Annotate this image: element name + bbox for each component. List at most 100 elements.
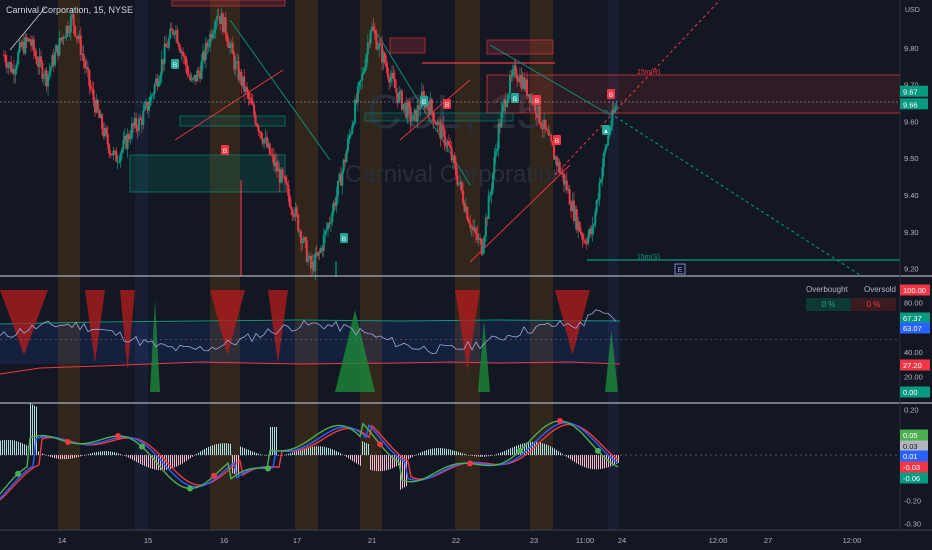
macd-histogram-bar bbox=[240, 446, 241, 456]
macd-histogram-bar bbox=[24, 444, 25, 456]
candle-body bbox=[491, 173, 494, 190]
candle-body bbox=[183, 55, 186, 57]
macd-histogram-bar bbox=[266, 455, 267, 456]
time-tick: 27 bbox=[764, 536, 772, 545]
rsi-tag-text: 67.37 bbox=[903, 314, 922, 323]
price-tag-text: 9.67 bbox=[903, 88, 918, 97]
macd-tag-text: 0.01 bbox=[903, 452, 918, 461]
macd-histogram-bar bbox=[576, 455, 577, 464]
resistance-zone bbox=[486, 74, 901, 114]
time-tick: 15 bbox=[144, 536, 152, 545]
candle-body bbox=[68, 32, 71, 34]
candle-body bbox=[595, 200, 598, 213]
macd-histogram-bar bbox=[8, 439, 9, 456]
candle-body bbox=[179, 47, 182, 53]
candle-body bbox=[82, 53, 85, 61]
candle-body bbox=[108, 144, 111, 154]
macd-histogram-bar bbox=[242, 447, 243, 456]
candle-body bbox=[602, 153, 605, 168]
candle-body bbox=[547, 130, 550, 135]
macd-tag-text: 0.05 bbox=[903, 431, 918, 440]
macd-cross-dot bbox=[15, 470, 21, 477]
candle-body bbox=[300, 231, 303, 244]
macd-histogram-bar bbox=[82, 455, 83, 456]
candle-body bbox=[254, 114, 257, 125]
candle-body bbox=[432, 111, 435, 122]
macd-histogram-bar bbox=[228, 443, 229, 456]
macd-histogram-bar bbox=[192, 455, 193, 457]
macd-histogram-bar bbox=[472, 455, 473, 456]
macd-histogram-bar bbox=[90, 453, 91, 456]
macd-histogram-bar bbox=[546, 444, 547, 456]
candle-body bbox=[437, 121, 440, 124]
candle-body bbox=[540, 123, 543, 128]
macd-histogram-bar bbox=[338, 452, 339, 456]
session-band-4 bbox=[360, 0, 382, 530]
candle-body bbox=[7, 64, 10, 68]
macd-tag-text: -0.03 bbox=[903, 463, 920, 472]
candle-body bbox=[177, 43, 180, 48]
candle-body bbox=[500, 111, 503, 128]
macd-histogram-bar bbox=[390, 455, 391, 470]
candle-body bbox=[122, 140, 125, 150]
overbought-value: 0 % bbox=[806, 298, 851, 311]
candle-body bbox=[14, 69, 17, 75]
macd-histogram-bar bbox=[530, 441, 531, 456]
macd-histogram-bar bbox=[174, 455, 175, 468]
macd-histogram-bar bbox=[96, 452, 97, 456]
candle-body bbox=[64, 37, 67, 39]
macd-histogram-bar bbox=[200, 451, 201, 456]
macd-histogram-bar bbox=[356, 455, 357, 464]
macd-histogram-bar bbox=[88, 454, 89, 456]
candle-body bbox=[607, 135, 610, 146]
candle-body bbox=[297, 214, 300, 232]
candle-body bbox=[329, 222, 332, 224]
candle-body bbox=[159, 75, 162, 82]
candle-body bbox=[581, 234, 584, 240]
macd-histogram-bar bbox=[118, 453, 119, 456]
candle-body bbox=[430, 99, 433, 112]
rsi-tick: 80.00 bbox=[904, 299, 923, 308]
macd-histogram-bar bbox=[128, 455, 129, 458]
symbol-header[interactable]: Carnival Corporation, 15, NYSE bbox=[6, 5, 133, 15]
candle-body bbox=[288, 195, 291, 207]
price-tick: 9.40 bbox=[904, 191, 919, 200]
macd-histogram-bar bbox=[292, 452, 293, 456]
candle-body bbox=[507, 93, 510, 101]
macd-histogram-bar bbox=[20, 442, 21, 456]
macd-histogram-bar bbox=[560, 452, 561, 456]
macd-histogram-bar bbox=[464, 453, 465, 456]
overbought-label: Overbought bbox=[806, 285, 848, 294]
candle-body bbox=[362, 71, 365, 74]
macd-histogram-bar bbox=[602, 455, 603, 469]
macd-histogram-bar bbox=[476, 455, 477, 457]
signal-text: B bbox=[342, 236, 346, 243]
macd-histogram-bar bbox=[462, 453, 463, 456]
macd-histogram-bar bbox=[130, 455, 131, 459]
candle-body bbox=[231, 43, 234, 54]
macd-histogram-bar bbox=[564, 455, 565, 456]
macd-histogram-bar bbox=[586, 455, 587, 468]
macd-histogram-bar bbox=[146, 455, 147, 467]
candle-body bbox=[490, 189, 493, 196]
macd-histogram-bar bbox=[12, 440, 13, 456]
oversold-value: 0 % bbox=[851, 298, 896, 311]
macd-histogram-bar bbox=[570, 455, 571, 460]
candle-body bbox=[410, 120, 413, 122]
macd-histogram-bar bbox=[416, 454, 417, 456]
candle-body bbox=[138, 118, 141, 131]
macd-histogram-bar bbox=[140, 455, 141, 464]
macd-histogram-bar bbox=[198, 452, 199, 456]
macd-histogram-bar bbox=[14, 440, 15, 456]
candle-body bbox=[285, 182, 288, 186]
macd-histogram-bar bbox=[374, 455, 375, 471]
candle-body bbox=[172, 29, 175, 35]
macd-histogram-bar bbox=[126, 455, 127, 457]
candle-body bbox=[447, 141, 450, 146]
candle-body bbox=[190, 79, 193, 81]
candle-body bbox=[165, 43, 168, 47]
candle-body bbox=[142, 110, 145, 125]
macd-histogram-bar bbox=[394, 455, 395, 468]
macd-histogram-bar bbox=[492, 455, 493, 456]
candle-body bbox=[352, 122, 355, 126]
